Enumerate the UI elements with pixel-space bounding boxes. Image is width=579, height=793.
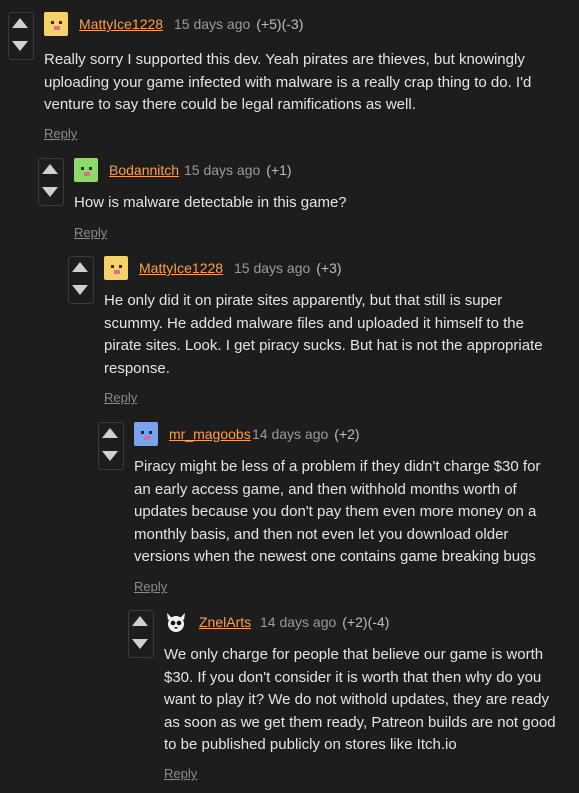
comment-body: Piracy might be less of a problem if the…: [134, 456, 564, 569]
author-link[interactable]: Bodannitch: [109, 162, 179, 178]
timestamp: 15 days ago: [174, 16, 251, 32]
comment-body: He only did it on pirate sites apparentl…: [104, 290, 564, 380]
reply-link[interactable]: Reply: [44, 126, 77, 141]
upvote-icon[interactable]: [102, 428, 118, 438]
comment-line: venture to say there could be legal rami…: [44, 96, 416, 113]
comment-meta: 15 days ago (+5)(-3): [174, 16, 303, 32]
comment-line: Really sorry I supported this dev. Yeah …: [44, 51, 525, 68]
comment-thread: MattyIce1228 15 days ago (+5)(-3) Really …: [0, 0, 579, 793]
vote-controls: [68, 256, 94, 304]
comment-body: How is malware detectable in this game?: [74, 192, 564, 215]
comment-line: want to play it? We do not withold updat…: [164, 691, 549, 708]
comment-line: as soon as we get them ready, Patreon bu…: [164, 713, 556, 731]
timestamp: 14 days ago: [260, 614, 337, 630]
avatar[interactable]: [74, 158, 98, 182]
vote-controls: [8, 12, 34, 60]
comment-meta: 15 days ago (+3): [234, 260, 342, 276]
avatar[interactable]: [164, 610, 188, 634]
comment: ZnelArts 14 days ago (+2)(-4) We only cha…: [128, 610, 568, 788]
comment-meta: 14 days ago (+2): [252, 426, 360, 442]
comment-line: We only charge for people that believe o…: [164, 646, 544, 663]
vote-score: (+2): [334, 426, 360, 442]
comment: MattyIce1228 15 days ago (+3) He only did…: [68, 256, 568, 411]
comment-line: monthly basis, and then not even let you…: [134, 525, 509, 543]
timestamp: 15 days ago: [234, 260, 311, 276]
comment-meta: 14 days ago (+2)(-4): [260, 614, 389, 630]
comment-body: We only charge for people that believe o…: [164, 644, 568, 757]
downvote-icon[interactable]: [72, 285, 88, 295]
author-link[interactable]: MattyIce1228: [79, 16, 163, 32]
comment-meta: 15 days ago (+1): [184, 162, 292, 178]
vote-controls: [98, 422, 124, 470]
downvote-icon[interactable]: [12, 41, 28, 51]
comment-line: pirate sites. Look. I get piracy sucks. …: [104, 337, 543, 354]
downvote-icon[interactable]: [42, 187, 58, 197]
comment: mr_magoobs 14 days ago (+2) Piracy might …: [98, 422, 568, 600]
vote-score: (+1): [266, 162, 292, 178]
reply-link[interactable]: Reply: [134, 579, 167, 594]
author-link[interactable]: ZnelArts: [199, 614, 251, 630]
avatar[interactable]: [134, 422, 158, 446]
comment-line: updates because you don't pay them even …: [134, 503, 537, 520]
vote-score: (+3): [316, 260, 342, 276]
vote-score: (+5)(-3): [256, 16, 304, 32]
comment: MattyIce1228 15 days ago (+5)(-3) Really …: [8, 12, 568, 144]
comment-line: scummy. He added malware files and uploa…: [104, 314, 524, 332]
comment-body: Really sorry I supported this dev. Yeah …: [44, 49, 564, 117]
reply-link[interactable]: Reply: [74, 225, 107, 240]
avatar[interactable]: [104, 256, 128, 280]
comment-line: an early access game, and then withhold …: [134, 480, 517, 498]
comment-line: He only did it on pirate sites apparentl…: [104, 292, 503, 309]
comment-line: Piracy might be less of a problem if the…: [134, 458, 541, 475]
comment: Bodannitch 15 days ago (+1) How is malwar…: [38, 158, 568, 248]
avatar[interactable]: [44, 12, 68, 36]
comment-line: $30. If you don't consider it is worth t…: [164, 668, 542, 686]
comment-line: response.: [104, 359, 170, 377]
reply-link[interactable]: Reply: [104, 390, 137, 405]
comment-line: uploading your game infected with malwar…: [44, 73, 532, 91]
vote-controls: [38, 158, 64, 206]
comment-line: How is malware detectable in this game?: [74, 194, 347, 211]
timestamp: 14 days ago: [252, 426, 329, 442]
vote-controls: [128, 610, 154, 658]
reply-link[interactable]: Reply: [164, 766, 197, 781]
author-link[interactable]: MattyIce1228: [139, 260, 223, 276]
upvote-icon[interactable]: [132, 616, 148, 626]
author-link[interactable]: mr_magoobs: [169, 426, 251, 442]
downvote-icon[interactable]: [132, 639, 148, 649]
upvote-icon[interactable]: [72, 262, 88, 272]
upvote-icon[interactable]: [42, 164, 58, 174]
timestamp: 15 days ago: [184, 162, 261, 178]
upvote-icon[interactable]: [12, 18, 28, 28]
comment-line: to be published publicly on stores like …: [164, 736, 457, 753]
downvote-icon[interactable]: [102, 451, 118, 461]
vote-score: (+2)(-4): [342, 614, 390, 630]
comment-line: versions when the newest one contains ga…: [134, 548, 536, 565]
